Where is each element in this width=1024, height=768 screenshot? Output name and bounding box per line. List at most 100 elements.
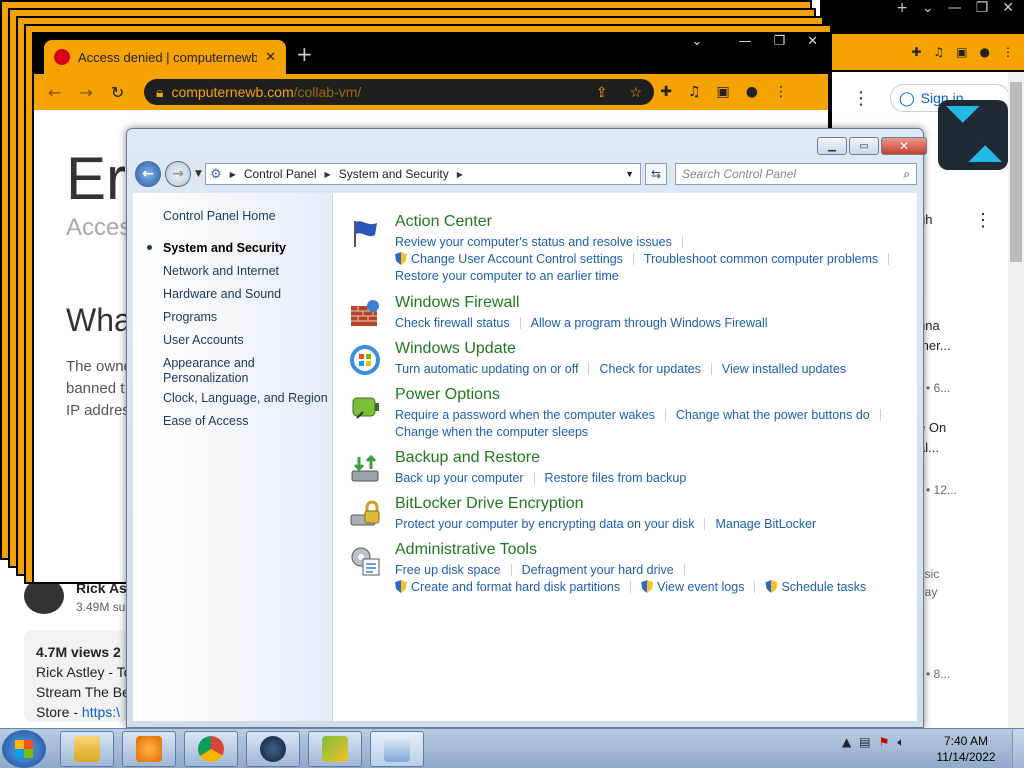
- bookmark-star-icon[interactable]: ☆: [629, 84, 642, 101]
- restore-icon[interactable]: ❐: [773, 34, 785, 49]
- task-link[interactable]: Require a password when the computer wak…: [395, 407, 655, 424]
- task-link[interactable]: Change what the power buttons do: [676, 407, 870, 424]
- close-icon[interactable]: ✕: [807, 34, 818, 49]
- task-link-event-logs[interactable]: View event logs: [641, 579, 744, 596]
- extensions-icon[interactable]: ✚: [911, 45, 921, 59]
- tab-close-icon[interactable]: ✕: [265, 49, 276, 65]
- task-link[interactable]: Troubleshoot common computer problems: [644, 251, 878, 268]
- task-link[interactable]: Restore files from backup: [545, 470, 687, 487]
- taskbar-control-panel[interactable]: [370, 731, 424, 767]
- taskbar-clock[interactable]: 7:40 AM 11/14/2022: [928, 733, 1004, 765]
- task-link[interactable]: Free up disk space: [395, 562, 501, 579]
- nav-user-accounts[interactable]: User Accounts: [163, 333, 244, 348]
- profile-icon[interactable]: ●: [980, 45, 990, 59]
- task-link[interactable]: Restore your computer to an earlier time: [395, 268, 619, 285]
- recent-pages-chevron-icon[interactable]: ▼: [195, 169, 202, 179]
- more-options-icon[interactable]: ⋮: [852, 88, 870, 109]
- task-link[interactable]: Review your computer's status and resolv…: [395, 234, 672, 251]
- media-icon[interactable]: ♫: [688, 84, 701, 100]
- sidebar-icon[interactable]: ▣: [717, 84, 730, 100]
- category-title[interactable]: Windows Firewall: [395, 294, 519, 312]
- video-description[interactable]: 4.7M views 2 Rick Astley - To Stream The…: [24, 630, 128, 722]
- profile-icon[interactable]: ●: [746, 84, 758, 100]
- category-title[interactable]: Action Center: [395, 213, 492, 231]
- nav-appearance-and-personalization[interactable]: Appearance and Personalization: [163, 356, 273, 386]
- task-link-uac[interactable]: Change User Account Control settings: [395, 251, 623, 268]
- extensions-icon[interactable]: ✚: [660, 84, 672, 100]
- address-bar[interactable]: ⚙ ▶ Control Panel ▶ System and Security …: [205, 163, 641, 185]
- breadcrumb-separator-icon[interactable]: ▶: [325, 170, 331, 179]
- forward-arrow-icon[interactable]: →: [79, 83, 92, 102]
- menu-icon[interactable]: ⋮: [1002, 45, 1014, 59]
- address-dropdown-icon[interactable]: ▼: [625, 169, 640, 179]
- task-link[interactable]: Check firewall status: [395, 315, 510, 332]
- category-title[interactable]: Administrative Tools: [395, 541, 537, 559]
- restore-icon[interactable]: ❐: [976, 0, 989, 22]
- task-link-schedule-tasks[interactable]: Schedule tasks: [765, 579, 866, 596]
- nav-ease-of-access[interactable]: Ease of Access: [163, 414, 248, 429]
- breadcrumb-separator-icon[interactable]: ▶: [230, 170, 236, 179]
- category-title[interactable]: BitLocker Drive Encryption: [395, 495, 584, 513]
- chevron-down-icon[interactable]: ⌄: [922, 0, 934, 22]
- new-tab-icon[interactable]: +: [896, 0, 908, 22]
- category-title[interactable]: Windows Update: [395, 340, 516, 358]
- back-button[interactable]: ←: [135, 161, 161, 187]
- task-link[interactable]: Check for updates: [599, 361, 700, 378]
- description-link[interactable]: https:\: [82, 704, 120, 720]
- show-hidden-icons-icon[interactable]: ▲: [842, 735, 851, 750]
- nav-system-and-security[interactable]: System and Security: [163, 241, 286, 256]
- taskbar-explorer[interactable]: [60, 731, 114, 767]
- minimize-icon[interactable]: —: [738, 34, 751, 49]
- start-button[interactable]: [2, 730, 46, 768]
- taskbar-steam[interactable]: [246, 731, 300, 767]
- forward-button[interactable]: →: [165, 161, 191, 187]
- task-link[interactable]: Manage BitLocker: [715, 516, 816, 533]
- back-arrow-icon[interactable]: ←: [48, 83, 61, 102]
- nav-clock-language-region[interactable]: Clock, Language, and Region: [163, 391, 328, 406]
- search-icon[interactable]: ⌕: [903, 167, 910, 182]
- close-button[interactable]: ✕: [881, 137, 927, 155]
- taskbar-paint[interactable]: [308, 731, 362, 767]
- task-link-partitions[interactable]: Create and format hard disk partitions: [395, 579, 620, 596]
- show-desktop-button[interactable]: [1012, 730, 1024, 768]
- refresh-button[interactable]: ⇆: [645, 163, 667, 185]
- more-options-icon[interactable]: ⋮: [974, 210, 992, 231]
- taskbar-chrome[interactable]: [184, 731, 238, 767]
- menu-icon[interactable]: ⋮: [774, 84, 788, 100]
- maximize-button[interactable]: ▭: [849, 137, 879, 155]
- task-link[interactable]: Defragment your hard drive: [522, 562, 674, 579]
- breadcrumb-separator-icon[interactable]: ▶: [457, 170, 463, 179]
- close-icon[interactable]: ✕: [1002, 0, 1014, 22]
- lock-icon[interactable]: 🔒︎: [156, 84, 163, 101]
- media-icon[interactable]: ♫: [933, 45, 944, 59]
- breadcrumb-system-and-security[interactable]: System and Security: [339, 167, 449, 181]
- search-control-panel-input[interactable]: Search Control Panel ⌕: [675, 163, 917, 185]
- reload-icon[interactable]: ↻: [111, 83, 124, 102]
- task-link[interactable]: Back up your computer: [395, 470, 524, 487]
- nav-network-and-internet[interactable]: Network and Internet: [163, 264, 279, 279]
- task-link[interactable]: Turn automatic updating on or off: [395, 361, 578, 378]
- taskbar-media-player[interactable]: [122, 731, 176, 767]
- nav-hardware-and-sound[interactable]: Hardware and Sound: [163, 287, 281, 302]
- browser-tab[interactable]: Access denied | computernewb.c ✕: [44, 40, 286, 74]
- task-link[interactable]: Protect your computer by encrypting data…: [395, 516, 694, 533]
- minimize-button[interactable]: ▁: [817, 137, 847, 155]
- task-link[interactable]: Allow a program through Windows Firewall: [531, 315, 768, 332]
- device-icon[interactable]: ▤: [859, 735, 870, 750]
- sidebar-icon[interactable]: ▣: [956, 45, 967, 59]
- chevron-down-icon[interactable]: ⌄: [692, 34, 703, 49]
- category-title[interactable]: Power Options: [395, 386, 500, 404]
- share-icon[interactable]: ⇪: [596, 84, 608, 101]
- address-bar[interactable]: 🔒︎ computernewb.com/collab-vm/ ⇪ ☆: [144, 79, 654, 105]
- category-title[interactable]: Backup and Restore: [395, 449, 540, 467]
- action-center-flag-icon[interactable]: ⚑: [879, 735, 890, 750]
- minimize-icon[interactable]: —: [948, 0, 962, 22]
- task-link[interactable]: Change when the computer sleeps: [395, 424, 588, 441]
- nav-programs[interactable]: Programs: [163, 310, 217, 325]
- task-link[interactable]: View installed updates: [722, 361, 846, 378]
- volume-icon[interactable]: 🔈︎: [897, 735, 904, 750]
- breadcrumb-control-panel[interactable]: Control Panel: [244, 167, 317, 181]
- new-tab-icon[interactable]: +: [296, 42, 313, 66]
- scrollbar-thumb[interactable]: [1010, 82, 1022, 262]
- nav-control-panel-home[interactable]: Control Panel Home: [163, 209, 276, 224]
